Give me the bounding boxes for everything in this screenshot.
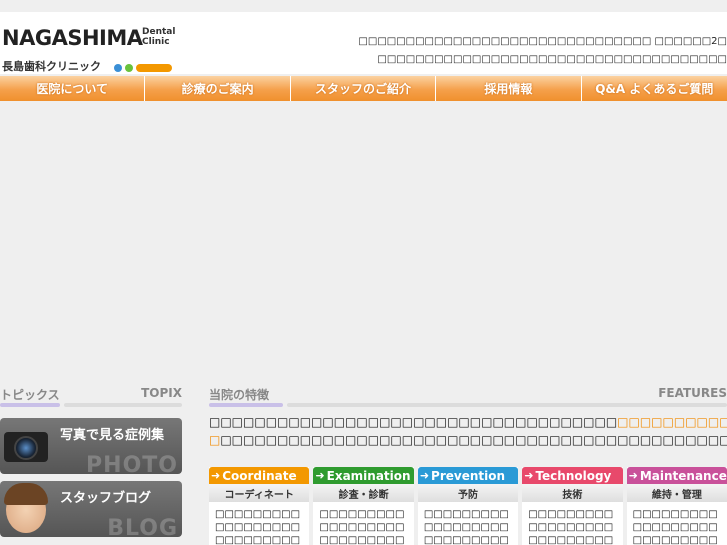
- feature-card-desc: □□□□□□□□□□□□□□□□□□□□□□□□□□□□□□□: [215, 509, 301, 545]
- feature-card-tab: ➜ Technology: [522, 467, 623, 484]
- clinic-logo[interactable]: NAGASHIMA Dental Clinic 長島歯科クリニック: [2, 26, 177, 74]
- features-title-jp: 当院の特徴: [209, 388, 270, 402]
- topix-title-jp: トピックス: [0, 388, 60, 402]
- features-heading: 当院の特徴 FEATURES: [209, 386, 727, 408]
- feature-card-tab: ➜ Maintenance: [626, 467, 727, 484]
- header: NAGASHIMA Dental Clinic 長島歯科クリニック □□□□□□□…: [0, 12, 727, 74]
- arrow-right-icon: ➜: [211, 469, 221, 482]
- features-intro-line-2: □□□□□□□□□□□□□□□□□□□□□□□□□□□□□□□□□□□□□□□□…: [209, 433, 727, 447]
- blog-banner-watermark: BLOG: [107, 516, 178, 537]
- logo-blue-dot-icon: [114, 64, 122, 72]
- feature-card-technology[interactable]: ➜ Technology 技術 □□□□□□□□□□□□□□□□□□□□□□□□□…: [522, 467, 623, 545]
- header-info-line-2: □□□□□□□□□□□□□□□□□□□□□□□□□□□□□□□□□□□□□: [377, 54, 727, 65]
- features-underline-accent: [209, 403, 283, 407]
- topix-heading: トピックス TOPIX: [0, 386, 182, 408]
- logo-orange-pill-icon: [136, 64, 172, 72]
- photo-banner-watermark: PHOTO: [86, 453, 178, 474]
- nav-item-staff[interactable]: スタッフのご紹介: [290, 76, 437, 101]
- feature-card-subtitle: 維持・管理: [626, 484, 727, 502]
- nav-item-faq[interactable]: Q&A よくあるご質問: [581, 76, 727, 101]
- feature-card-maintenance[interactable]: ➜ Maintenance 維持・管理 □□□□□□□□□□□□□□□□□□□□□…: [626, 467, 727, 545]
- feature-card-coordinate[interactable]: ➜ Coordinate コーディネート □□□□□□□□□□□□□□□□□□□□…: [209, 467, 310, 545]
- header-info-line-1: □□□□□□□□□□□□□□□□□□□□□□□□□□□□□□□ □□□□□□2□: [358, 36, 727, 47]
- staff-photo-icon: [0, 481, 54, 537]
- logo-japanese-name: 長島歯科クリニック: [2, 60, 101, 73]
- arrow-right-icon: ➜: [628, 469, 638, 482]
- main-visual-area: [0, 101, 727, 385]
- topix-title-en: TOPIX: [141, 386, 182, 400]
- feature-card-tab: ➜ Prevention: [417, 467, 519, 484]
- global-nav: 医院について 診療のご案内 スタッフのご紹介 採用情報 Q&A よくあるご質問: [0, 76, 727, 101]
- feature-card-subtitle: 診査・診断: [313, 484, 414, 502]
- photo-banner-title: 写真で見る症例集: [60, 428, 165, 443]
- feature-card-subtitle: 予防: [417, 484, 519, 502]
- arrow-right-icon: ➜: [315, 469, 325, 482]
- feature-card-examination[interactable]: ➜ Examination 診査・診断 □□□□□□□□□□□□□□□□□□□□□…: [313, 467, 414, 545]
- feature-card-tab: ➜ Examination: [313, 467, 414, 484]
- nav-item-about[interactable]: 医院について: [0, 76, 146, 101]
- feature-card-subtitle: 技術: [522, 484, 623, 502]
- logo-green-dot-icon: [125, 64, 133, 72]
- feature-card-subtitle: コーディネート: [209, 484, 310, 502]
- feature-card-desc: □□□□□□□□□□□□□□□□□□□□□□□□□□□□□□: [319, 509, 405, 545]
- feature-cards: ➜ Coordinate コーディネート □□□□□□□□□□□□□□□□□□□□…: [209, 467, 727, 545]
- photo-cases-banner[interactable]: 写真で見る症例集 PHOTO: [0, 418, 182, 474]
- staff-blog-banner[interactable]: スタッフブログ BLOG: [0, 481, 182, 537]
- nav-item-treatment[interactable]: 診療のご案内: [145, 76, 291, 101]
- blog-banner-title: スタッフブログ: [60, 491, 152, 506]
- feature-card-desc: □□□□□□□□□□□□□□□□□□□□□□□□□□□□□□□: [632, 509, 718, 545]
- features-intro-link[interactable]: □□□□□□□□□□□□□□□□□□□□□□□□□□□□□□: [617, 415, 727, 429]
- nav-item-recruit[interactable]: 採用情報: [436, 76, 582, 101]
- page: NAGASHIMA Dental Clinic 長島歯科クリニック □□□□□□□…: [0, 0, 727, 545]
- features-underline: [287, 403, 727, 407]
- feature-card-desc: □□□□□□□□□□□□□□□□□□□□□□□□□□□□□□□: [423, 509, 509, 545]
- features-title-en: FEATURES: [658, 386, 727, 400]
- top-strip: [0, 0, 727, 12]
- arrow-right-icon: ➜: [419, 469, 430, 482]
- feature-card-prevention[interactable]: ➜ Prevention 予防 □□□□□□□□□□□□□□□□□□□□□□□□□…: [417, 467, 519, 545]
- feature-card-desc: □□□□□□□□□□□□□□□□□□□□□□□□□□□□□□□: [528, 509, 614, 545]
- camera-icon: [0, 418, 54, 474]
- logo-wordmark: NAGASHIMA: [2, 26, 143, 50]
- topix-underline: [64, 403, 182, 407]
- features-intro-line-1: □□□□□□□□□□□□□□□□□□□□□□□□□□□□□□□□□□□□□□□□…: [209, 414, 727, 431]
- logo-subtitle: Dental Clinic: [142, 27, 176, 47]
- topix-underline-accent: [0, 403, 60, 407]
- arrow-right-icon: ➜: [524, 469, 534, 482]
- feature-card-tab: ➜ Coordinate: [209, 467, 310, 484]
